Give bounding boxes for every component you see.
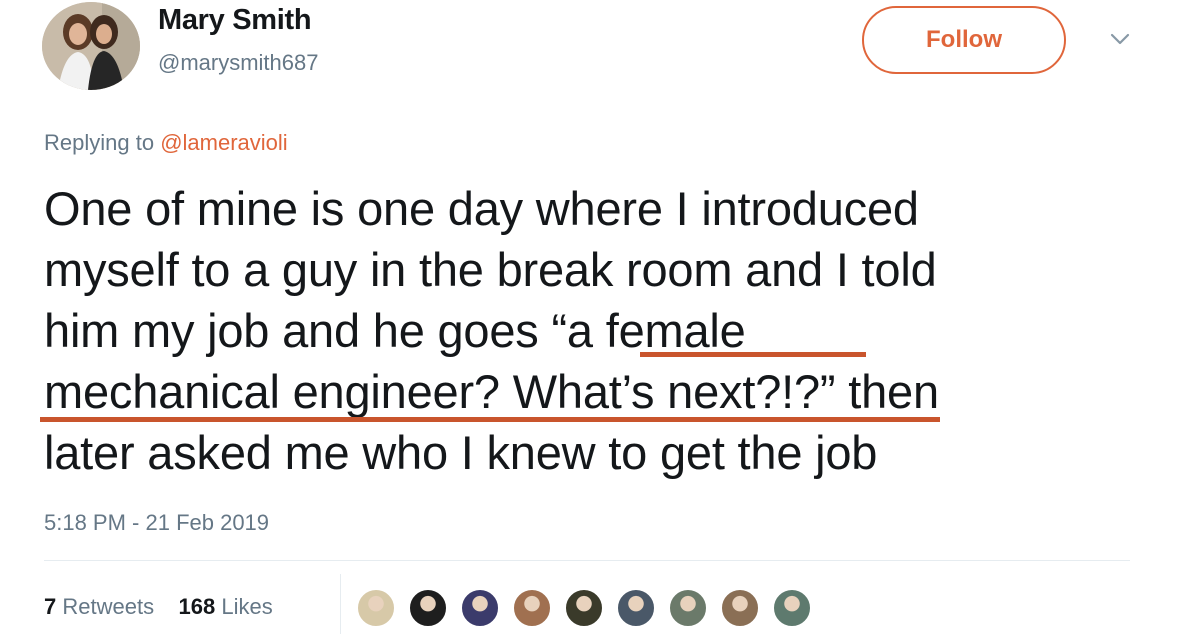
highlight-underline bbox=[40, 417, 940, 422]
chevron-down-icon[interactable] bbox=[1108, 30, 1132, 48]
likes-label: Likes bbox=[221, 594, 273, 619]
tweet-stats: 7 Retweets 168 Likes bbox=[44, 594, 273, 620]
user-handle[interactable]: @marysmith687 bbox=[158, 50, 319, 76]
reply-mention-link[interactable]: @lameravioli bbox=[160, 130, 287, 155]
liker-avatar[interactable] bbox=[772, 588, 812, 628]
tweet-timestamp[interactable]: 5:18 PM - 21 Feb 2019 bbox=[44, 510, 269, 536]
tweet-line: later asked me who I knew to get the job bbox=[44, 426, 878, 479]
vertical-divider bbox=[340, 574, 341, 634]
tweet-line: myself to a guy in the break room and I … bbox=[44, 243, 937, 296]
avatar[interactable] bbox=[42, 2, 140, 90]
liker-avatar[interactable] bbox=[668, 588, 708, 628]
liker-avatar[interactable] bbox=[564, 588, 604, 628]
likes-stat[interactable]: 168 Likes bbox=[179, 594, 273, 619]
tweet-line: him my job and he goes “a female bbox=[44, 304, 746, 357]
replying-prefix: Replying to bbox=[44, 130, 161, 155]
liker-avatar[interactable] bbox=[460, 588, 500, 628]
replying-to: Replying to @lameravioli bbox=[44, 130, 288, 156]
liker-avatar[interactable] bbox=[408, 588, 448, 628]
profile-photo bbox=[42, 2, 140, 90]
divider bbox=[44, 560, 1130, 561]
liker-avatar[interactable] bbox=[720, 588, 760, 628]
retweets-label: Retweets bbox=[62, 594, 155, 619]
highlight-underline bbox=[640, 352, 866, 357]
retweets-count: 7 bbox=[44, 594, 57, 619]
liker-avatar[interactable] bbox=[356, 588, 396, 628]
liker-avatars bbox=[356, 588, 824, 628]
display-name[interactable]: Mary Smith bbox=[158, 4, 312, 37]
tweet-line: One of mine is one day where I introduce… bbox=[44, 182, 919, 235]
liker-avatar[interactable] bbox=[512, 588, 552, 628]
retweets-stat[interactable]: 7 Retweets bbox=[44, 594, 154, 619]
follow-button[interactable]: Follow bbox=[862, 6, 1066, 74]
liker-avatar[interactable] bbox=[616, 588, 656, 628]
tweet-line: mechanical engineer? What’s next?!?” the… bbox=[44, 365, 939, 418]
likes-count: 168 bbox=[178, 594, 216, 619]
tweet-text: One of mine is one day where I introduce… bbox=[44, 178, 1164, 483]
